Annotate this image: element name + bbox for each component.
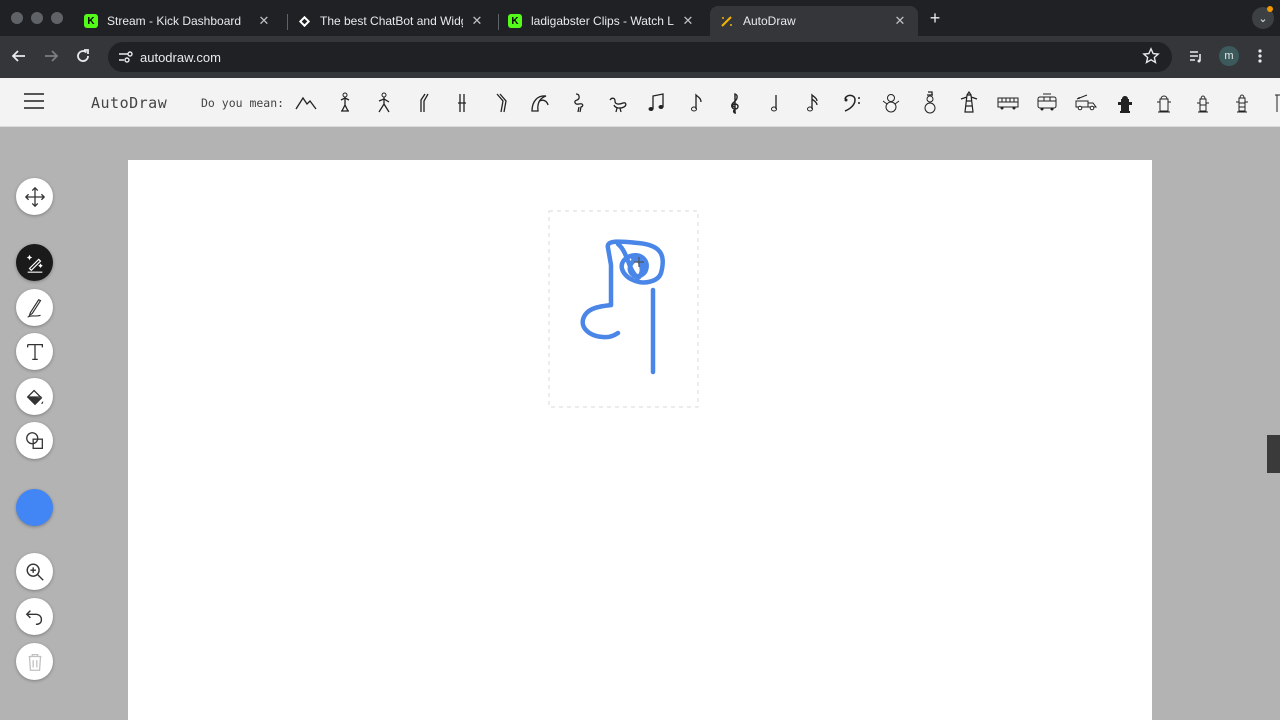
hydrant-icon[interactable]: [1189, 89, 1217, 117]
kebab-menu-icon: [1258, 49, 1262, 63]
hydrant-icon[interactable]: [1150, 89, 1178, 117]
chevron-down-icon: ⌄: [1258, 12, 1268, 25]
knee-icon[interactable]: [487, 89, 515, 117]
browser-toolbar: autodraw.com m: [0, 36, 1280, 78]
window-close-dot[interactable]: [11, 12, 23, 24]
snowman-icon[interactable]: [877, 89, 905, 117]
zoom-icon: [26, 563, 44, 581]
type-tool-button[interactable]: [16, 333, 53, 370]
notification-dot: [1267, 6, 1273, 12]
crescent-icon[interactable]: [526, 89, 554, 117]
new-tab-button[interactable]: +: [926, 9, 944, 27]
browser-tab-ladigabster-clips[interactable]: K ladigabster Clips - Watch Live ✕: [498, 6, 706, 36]
playlist-icon: [1190, 51, 1201, 63]
shape-tool-button[interactable]: [16, 422, 53, 459]
reading-list-button[interactable]: [1186, 46, 1206, 66]
menu-icon[interactable]: [24, 93, 44, 111]
mountain-icon[interactable]: [292, 89, 320, 117]
tab-title: ladigabster Clips - Watch Live: [531, 14, 674, 28]
pole-icon[interactable]: [1267, 89, 1280, 117]
bookmark-star-icon[interactable]: [1142, 47, 1160, 65]
tab-search-button[interactable]: ⌄: [1252, 6, 1274, 29]
autodraw-icon: [720, 14, 734, 28]
browser-tab-autodraw[interactable]: AutoDraw ✕: [710, 6, 918, 36]
autodraw-tool-button[interactable]: [16, 244, 53, 281]
browser-menu-button[interactable]: [1250, 46, 1270, 66]
yoga-pose-icon[interactable]: [331, 89, 359, 117]
autodraw-header: AutoDraw Do you mean:: [0, 78, 1280, 127]
undo-tool-button[interactable]: [16, 598, 53, 635]
reload-icon: [77, 49, 89, 62]
close-icon[interactable]: ✕: [256, 13, 272, 29]
back-button[interactable]: [9, 46, 29, 66]
bass-clef-icon[interactable]: [838, 89, 866, 117]
user-sketch: [580, 239, 665, 375]
reload-button[interactable]: [73, 46, 93, 66]
profile-avatar[interactable]: m: [1219, 46, 1239, 66]
eighth-note-icon[interactable]: [682, 89, 710, 117]
arrow-left-icon: [11, 50, 25, 62]
fire-hydrant-icon[interactable]: [1111, 89, 1139, 117]
treble-clef-icon[interactable]: [721, 89, 749, 117]
site-settings-icon[interactable]: [116, 48, 134, 66]
paint-bucket-icon: [26, 389, 43, 405]
tram-icon[interactable]: [1033, 89, 1061, 117]
lighthouse-icon[interactable]: [955, 89, 983, 117]
browser-tab-kick-dashboard[interactable]: K Stream - Kick Dashboard ✕: [74, 6, 282, 36]
kick-icon: K: [508, 14, 522, 28]
diamond-icon: [297, 14, 311, 28]
flamingo-icon[interactable]: [565, 89, 593, 117]
bus-icon[interactable]: [994, 89, 1022, 117]
address-bar[interactable]: autodraw.com: [108, 42, 1172, 72]
delete-tool-button[interactable]: [16, 643, 53, 680]
autodraw-sparkle-icon: [26, 254, 43, 273]
move-icon: [24, 186, 45, 207]
trash-icon: [28, 653, 41, 671]
app-title: AutoDraw: [91, 94, 168, 112]
url-text: autodraw.com: [140, 50, 221, 65]
shapes-icon: [25, 431, 43, 449]
bent-leg-icon[interactable]: [409, 89, 437, 117]
close-icon[interactable]: ✕: [680, 13, 696, 29]
window-maximize-dot[interactable]: [51, 12, 63, 24]
scrollbar-thumb[interactable]: [1267, 435, 1280, 473]
person-walking-icon[interactable]: [370, 89, 398, 117]
kick-icon: K: [84, 14, 98, 28]
close-icon[interactable]: ✕: [469, 13, 485, 29]
canvas-drawing-layer: [548, 210, 699, 408]
zoom-tool-button[interactable]: [16, 553, 53, 590]
drawing-canvas[interactable]: [128, 160, 1152, 720]
browser-tab-strip: K Stream - Kick Dashboard ✕ The best Cha…: [0, 0, 1280, 36]
suggestions-label: Do you mean:: [201, 96, 285, 110]
close-icon[interactable]: ✕: [892, 13, 908, 29]
leg-icon[interactable]: [448, 89, 476, 117]
select-tool-button[interactable]: [16, 178, 53, 215]
fire-truck-icon[interactable]: [1072, 89, 1100, 117]
undo-icon: [25, 609, 42, 625]
browser-tab-chatbot[interactable]: The best ChatBot and Widgets ✕: [287, 6, 495, 36]
color-picker-button[interactable]: [16, 489, 53, 526]
text-icon: [26, 343, 43, 360]
bird-icon[interactable]: [604, 89, 632, 117]
beamed-notes-icon[interactable]: [643, 89, 671, 117]
draw-tool-button[interactable]: [16, 289, 53, 326]
hydrant-icon[interactable]: [1228, 89, 1256, 117]
tab-title: AutoDraw: [743, 14, 796, 28]
window-minimize-dot[interactable]: [31, 12, 43, 24]
quarter-note-icon[interactable]: [760, 89, 788, 117]
snowman-hat-icon[interactable]: [916, 89, 944, 117]
arrow-right-icon: [45, 50, 59, 62]
tab-title: Stream - Kick Dashboard: [107, 14, 242, 28]
forward-button[interactable]: [41, 46, 61, 66]
fill-tool-button[interactable]: [16, 378, 53, 415]
sixteenth-note-icon[interactable]: [799, 89, 827, 117]
pen-icon: [26, 298, 41, 318]
tab-title: The best ChatBot and Widgets: [320, 14, 463, 28]
